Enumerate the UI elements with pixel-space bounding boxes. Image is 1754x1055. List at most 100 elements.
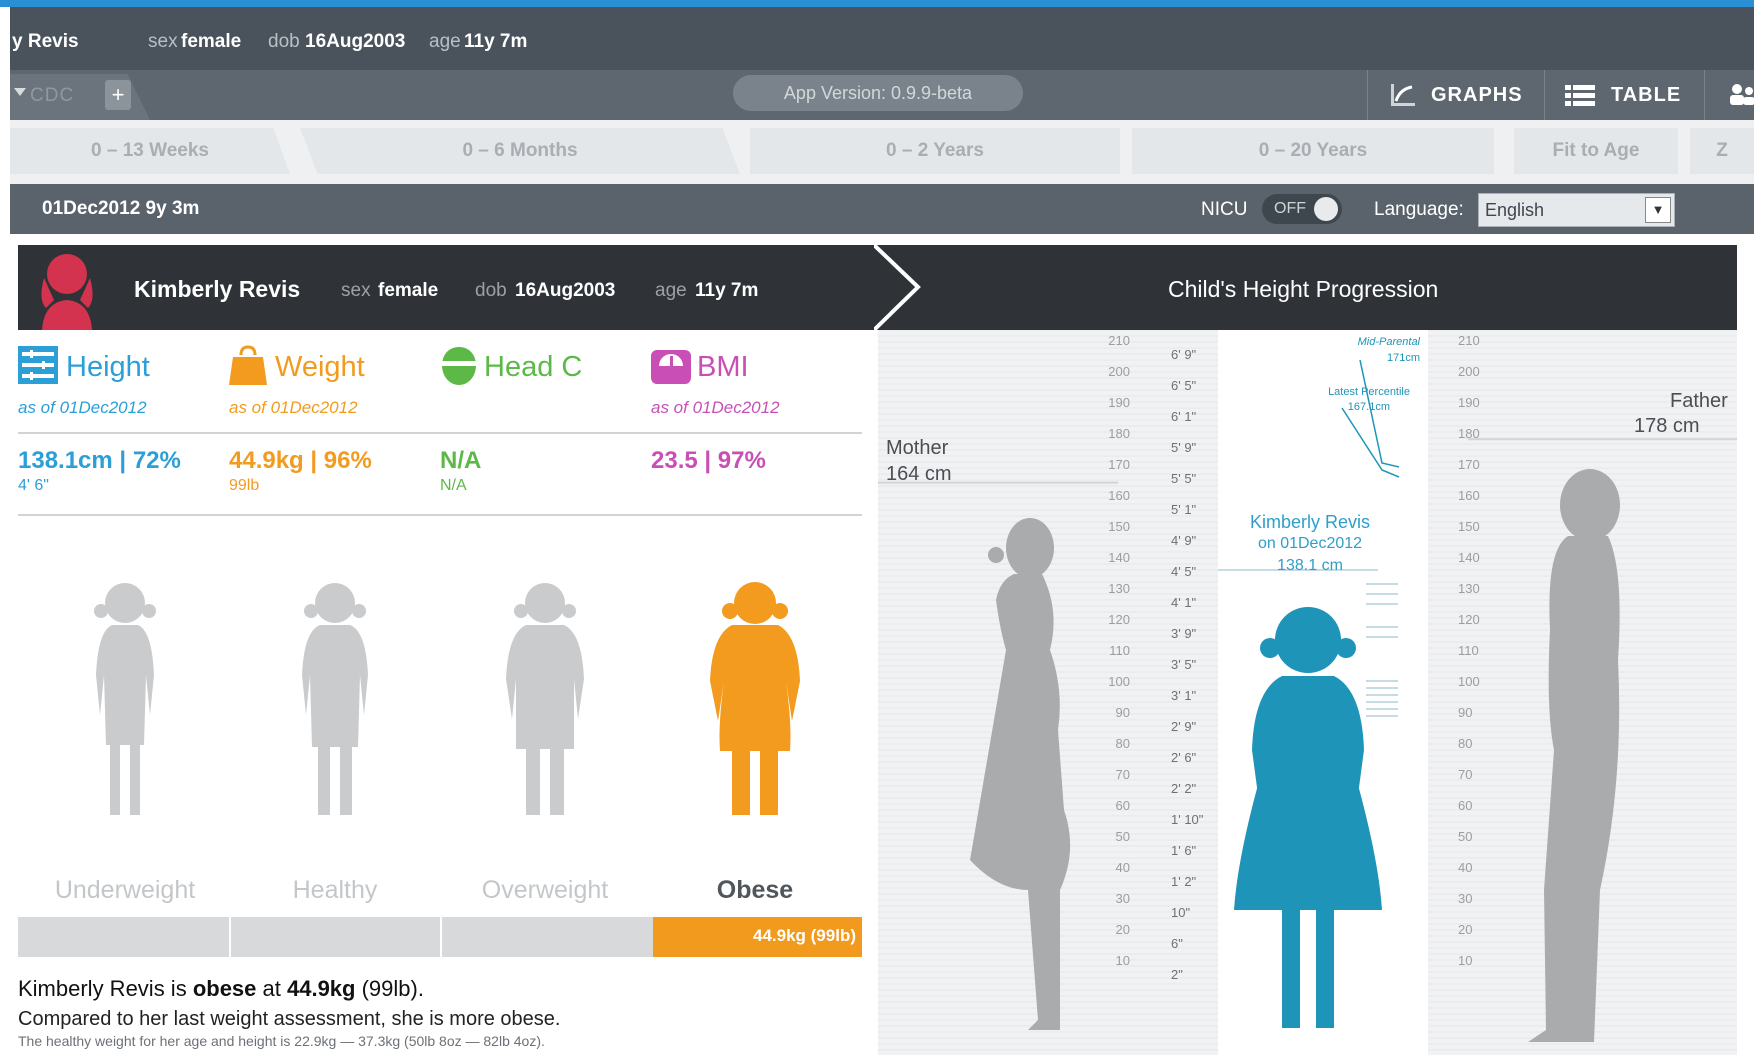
app-version-badge: App Version: 0.9.9-beta xyxy=(733,75,1023,111)
card-dob-value: 16Aug2003 xyxy=(515,280,616,301)
bar-segment-divider xyxy=(229,917,231,957)
ft-tick: 5' 5" xyxy=(1171,471,1197,486)
table-button[interactable]: TABLE xyxy=(1544,70,1705,120)
bmi-scale-icon xyxy=(651,350,691,384)
range-tab-2-years[interactable]: 0 – 2 Years xyxy=(750,128,1120,174)
language-select[interactable]: English ▼ xyxy=(1478,193,1675,227)
latest-percentile-label: Latest Percentile xyxy=(1328,386,1410,398)
chevron-down-icon[interactable]: ▼ xyxy=(1645,197,1671,223)
range-tab-20-years[interactable]: 0 – 20 Years xyxy=(1132,128,1494,174)
cm-tick-left: 20 xyxy=(1116,922,1130,937)
cm-tick-left: 140 xyxy=(1108,550,1130,565)
header-arrow-divider xyxy=(874,245,921,330)
cm-tick-right: 30 xyxy=(1458,891,1472,906)
range-tab-13-weeks[interactable]: 0 – 13 Weeks xyxy=(10,128,290,174)
mother-height: 164 cm xyxy=(886,463,952,485)
child-height-label: 138.1 cm xyxy=(1277,557,1343,574)
cm-tick-left: 180 xyxy=(1108,426,1130,441)
graphs-label: GRAPHS xyxy=(1431,84,1523,106)
cm-tick-left: 10 xyxy=(1116,953,1130,968)
measurement-date: 01Dec2012 9y 3m xyxy=(42,198,200,219)
card-age-value: 11y 7m xyxy=(695,280,759,301)
range-tab-6-months[interactable]: 0 – 6 Months xyxy=(300,128,740,174)
chart-type-label[interactable]: CDC xyxy=(30,85,74,107)
father-height: 178 cm xyxy=(1634,415,1700,437)
cm-tick-right: 130 xyxy=(1458,581,1480,596)
ft-tick: 1' 10" xyxy=(1171,812,1204,827)
weight-icon xyxy=(229,345,267,385)
cm-tick-left: 170 xyxy=(1108,457,1130,472)
mid-parental-value: 171cm xyxy=(1386,352,1420,364)
height-title[interactable]: Height xyxy=(66,351,150,384)
summary-text: (99lb). xyxy=(355,976,424,1001)
ft-tick: 3' 5" xyxy=(1171,657,1197,672)
card-dob-label: dob xyxy=(475,280,507,301)
cm-tick-right: 10 xyxy=(1458,953,1472,968)
weight-asof: as of 01Dec2012 xyxy=(229,398,358,417)
card-sex-value: female xyxy=(378,280,439,301)
weight-value: 44.9kg | 96% xyxy=(229,447,372,474)
bmi-percentile: 97% xyxy=(717,447,766,474)
ft-tick: 6' 9" xyxy=(1171,347,1197,362)
metrics-divider-top xyxy=(18,432,862,434)
fit-to-age-button[interactable]: Fit to Age xyxy=(1514,128,1678,174)
ft-tick: 2' 9" xyxy=(1171,719,1197,734)
ft-tick: 4' 1" xyxy=(1171,595,1197,610)
ft-tick: 10" xyxy=(1171,905,1190,920)
cm-tick-left: 190 xyxy=(1108,395,1130,410)
bmi-title[interactable]: BMI xyxy=(697,351,749,384)
users-icon xyxy=(1730,84,1754,105)
cm-tick-left: 40 xyxy=(1116,860,1130,875)
cm-tick-right: 20 xyxy=(1458,922,1472,937)
language-label: Language: xyxy=(1374,199,1464,220)
cm-tick-right: 90 xyxy=(1458,705,1472,720)
mother-silhouette xyxy=(970,518,1071,1030)
mid-parental-label: Mid-Parental xyxy=(1357,336,1420,348)
chevron-down-icon[interactable] xyxy=(14,88,26,96)
card-age-label: age xyxy=(655,280,687,301)
underweight-figure xyxy=(94,583,156,815)
weight-bar-label: 44.9kg (99lb) xyxy=(753,926,856,945)
ruler-icon xyxy=(18,346,58,384)
ft-tick: 4' 5" xyxy=(1171,564,1197,579)
cm-tick-right: 210 xyxy=(1458,333,1480,348)
cm-tick-right: 100 xyxy=(1458,674,1480,689)
weight-percentile: 96% xyxy=(323,447,372,474)
father-label: Father xyxy=(1670,390,1728,412)
age-value: 11y 7m xyxy=(464,31,528,52)
avatar xyxy=(41,254,93,330)
bar-segment-divider xyxy=(440,917,442,957)
height-asof: as of 01Dec2012 xyxy=(18,398,147,417)
weight-title[interactable]: Weight xyxy=(275,351,365,384)
nicu-toggle[interactable]: OFF xyxy=(1262,194,1342,224)
cm-tick-right: 120 xyxy=(1458,612,1480,627)
cm-tick-left: 210 xyxy=(1108,333,1130,348)
ft-tick: 5' 9" xyxy=(1171,440,1197,455)
ft-tick: 2' 2" xyxy=(1171,781,1197,796)
range-tab-z[interactable]: Z xyxy=(1690,128,1754,174)
bmi-number: 23.5 xyxy=(651,447,698,474)
obese-figure xyxy=(710,582,800,815)
top-accent-bar xyxy=(0,0,1754,7)
cm-tick-left: 80 xyxy=(1116,736,1130,751)
weight-lb: 99lb xyxy=(229,477,260,494)
users-button[interactable] xyxy=(1704,70,1754,120)
ft-tick: 1' 2" xyxy=(1171,874,1197,889)
category-obese: Obese xyxy=(716,876,794,904)
healthy-figure xyxy=(302,583,368,815)
cm-tick-left: 120 xyxy=(1108,612,1130,627)
cm-tick-right: 40 xyxy=(1458,860,1472,875)
ft-tick: 1' 6" xyxy=(1171,843,1197,858)
child-date-label: on 01Dec2012 xyxy=(1257,535,1363,552)
table-icon xyxy=(1565,85,1595,106)
headc-title[interactable]: Head C xyxy=(484,351,582,384)
graph-icon xyxy=(1391,84,1415,106)
metrics-divider-bottom xyxy=(18,514,862,516)
add-chart-button[interactable]: + xyxy=(105,80,131,110)
bmi-asof: as of 01Dec2012 xyxy=(651,398,780,417)
nicu-toggle-state: OFF xyxy=(1274,200,1306,217)
height-progression-chart: 210 210200 200190 190180 180170 170160 160150 1… xyxy=(878,330,1737,1055)
headc-value: N/A xyxy=(440,447,482,474)
graphs-button[interactable]: GRAPHS xyxy=(1367,70,1545,120)
cm-tick-left: 110 xyxy=(1109,643,1130,658)
